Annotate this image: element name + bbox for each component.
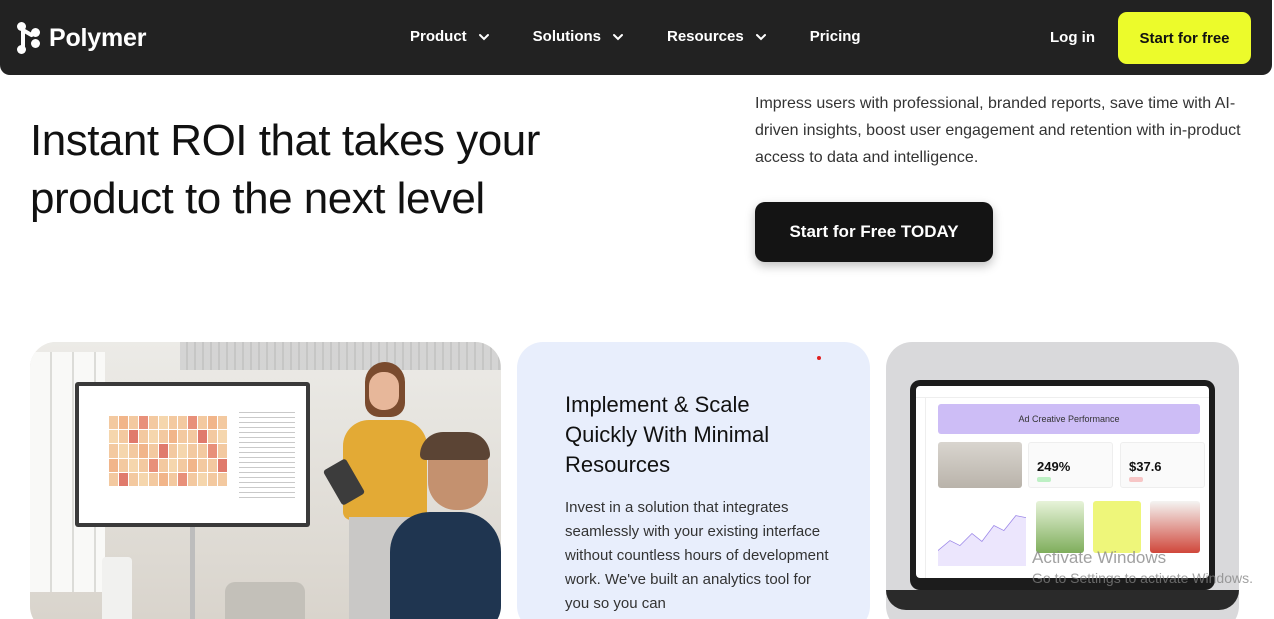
screen-stand xyxy=(190,527,195,619)
nav-item-label: Pricing xyxy=(809,28,861,45)
screen-content xyxy=(79,386,306,523)
heatmap-graphic xyxy=(109,416,227,486)
presentation-screen xyxy=(75,382,310,527)
chair xyxy=(225,582,305,619)
nav-item-label: Solutions xyxy=(532,28,601,45)
chevron-down-icon xyxy=(478,33,489,40)
nav-item-resources[interactable]: Resources xyxy=(667,28,768,45)
kpi-card-2: $37.6 xyxy=(1120,442,1205,488)
feature-body: Invest in a solution that integrates sea… xyxy=(565,499,829,612)
watermark-line1: Activate Windows xyxy=(1032,548,1167,567)
polymer-logo[interactable]: Polymer xyxy=(17,22,146,54)
kpi-badge xyxy=(1037,477,1051,482)
video-thumbnail xyxy=(938,442,1022,488)
presentation-photo-card xyxy=(30,342,501,619)
hero-description: Impress users with professional, branded… xyxy=(755,95,1241,166)
kpi-card-1: 249% xyxy=(1028,442,1113,488)
dashboard-toolbar xyxy=(916,386,1209,398)
laptop-keyboard xyxy=(886,590,1239,610)
polymer-logo-icon xyxy=(17,22,41,54)
login-link[interactable]: Log in xyxy=(1050,29,1095,46)
chevron-down-icon xyxy=(755,33,766,40)
hero-title: Instant ROI that takes your product to t… xyxy=(30,112,670,228)
start-for-free-button[interactable]: Start for free xyxy=(1118,12,1251,64)
hero-title-line1: Instant ROI that takes your xyxy=(30,116,540,165)
ad-thumbnail-1 xyxy=(1036,501,1084,553)
dashboard-sidebar xyxy=(916,398,926,578)
kpi-value: 249% xyxy=(1037,459,1071,474)
nav-item-label: Product xyxy=(410,28,467,45)
screen-text-lines xyxy=(239,408,295,498)
chevron-down-icon xyxy=(613,33,623,40)
kpi-badge xyxy=(1129,477,1143,482)
ad-thumbnail-2 xyxy=(1093,501,1141,553)
feature-title: Implement & Scale Quickly With Minimal R… xyxy=(565,392,770,477)
brand-name: Polymer xyxy=(49,23,147,52)
audience-man xyxy=(390,432,501,619)
implement-scale-card: Implement & Scale Quickly With Minimal R… xyxy=(517,342,870,619)
ad-thumbnail-3 xyxy=(1150,501,1200,553)
plant-pot xyxy=(102,557,132,619)
decorative-dot xyxy=(817,356,821,360)
hero-title-line2: product to the next level xyxy=(30,174,485,223)
nav-item-label: Resources xyxy=(667,28,744,45)
nav-menu: Product Solutions Resources Pricing xyxy=(410,28,861,45)
start-for-free-today-button[interactable]: Start for Free TODAY xyxy=(755,202,993,262)
top-navbar: Polymer Product Solutions Resources Pric… xyxy=(0,0,1272,75)
nav-item-pricing[interactable]: Pricing xyxy=(810,28,861,45)
watermark-line2: Go to Settings to activate Windows. xyxy=(1032,570,1253,586)
nav-item-solutions[interactable]: Solutions xyxy=(533,28,625,45)
dashboard-header: Ad Creative Performance xyxy=(938,404,1200,434)
windows-activation-watermark: Activate Windows Go to Settings to activ… xyxy=(1032,548,1253,586)
line-chart-graphic xyxy=(938,515,1026,566)
nav-item-product[interactable]: Product xyxy=(410,28,491,45)
kpi-value: $37.6 xyxy=(1129,459,1162,474)
